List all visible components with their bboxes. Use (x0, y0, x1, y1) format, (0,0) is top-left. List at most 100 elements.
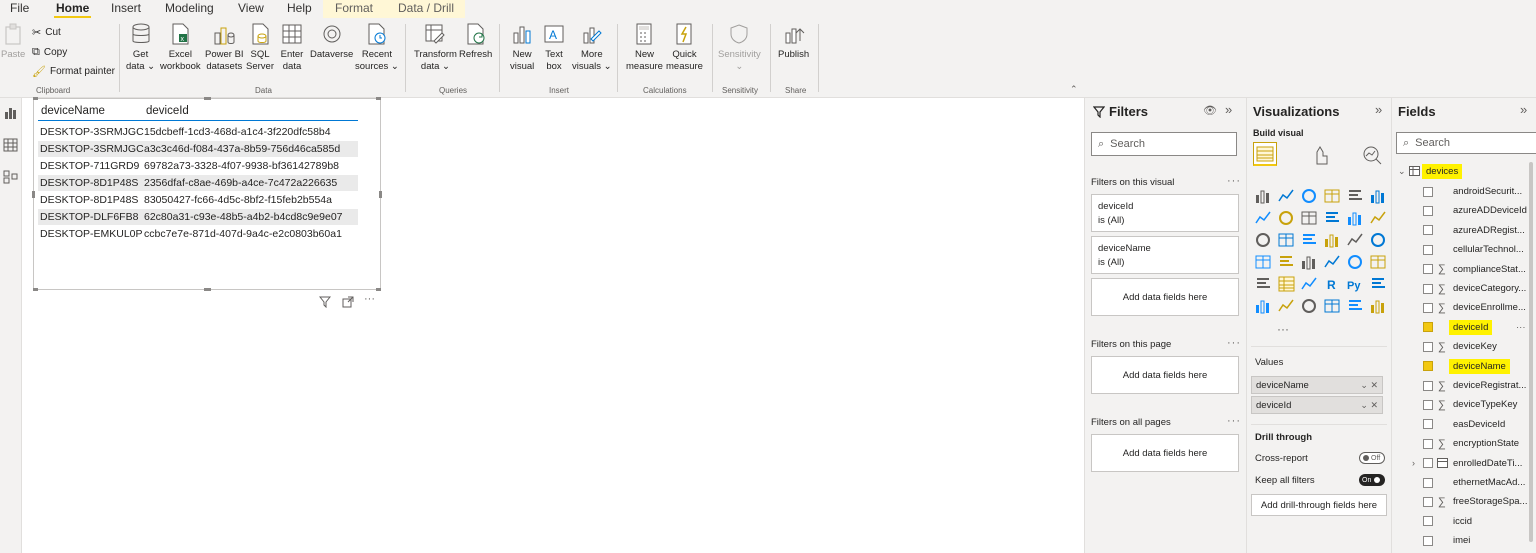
tab-file[interactable]: File (8, 1, 31, 15)
tab-view[interactable]: View (236, 1, 266, 15)
recent-sources-button[interactable]: Recent sources ⌄ (355, 22, 399, 73)
donut-visual-icon[interactable] (1347, 232, 1364, 248)
field-checkbox[interactable] (1423, 225, 1433, 236)
field-checkbox[interactable] (1423, 419, 1433, 430)
resize-handle[interactable] (204, 288, 211, 291)
more-visuals-button[interactable]: More visuals ⌄ (572, 22, 612, 73)
analytics-icon[interactable] (1361, 144, 1383, 166)
chevron-close-icon[interactable]: ⌄ ✕ (1360, 380, 1378, 391)
more-options-icon[interactable]: ··· (1227, 175, 1241, 187)
field-checkbox[interactable] (1423, 341, 1433, 352)
sql-server-button[interactable]: SQL Server (246, 22, 274, 73)
power-apps-visual-icon[interactable] (1347, 298, 1364, 314)
pie-visual-icon[interactable] (1324, 232, 1341, 248)
qa-visual-icon[interactable] (1278, 298, 1295, 314)
resize-handle[interactable] (33, 97, 38, 100)
field-checkbox[interactable] (1423, 477, 1433, 488)
field-item[interactable]: ∑ deviceEnrollme... (1392, 298, 1536, 317)
all-pages-filter-drop-zone[interactable]: Add data fields here (1091, 434, 1239, 472)
refresh-button[interactable]: Refresh (459, 22, 492, 61)
dataverse-button[interactable]: Dataverse (310, 22, 353, 61)
field-checkbox[interactable] (1423, 186, 1433, 197)
card-visual-icon[interactable] (1324, 254, 1341, 270)
quick-measure-button[interactable]: Quick measure (666, 22, 703, 73)
map-visual-icon[interactable] (1255, 254, 1272, 270)
slicer-visual-icon[interactable] (1255, 276, 1272, 292)
table-visual[interactable]: deviceName deviceId DESKTOP-3SRMJGC 15dcb… (32, 97, 382, 291)
fields-search-input[interactable]: ⌕ Search (1396, 132, 1536, 154)
line-clustered-column-visual-icon[interactable] (1324, 210, 1341, 226)
cross-report-toggle[interactable]: Off (1359, 452, 1385, 464)
stacked-bar-visual-icon[interactable] (1255, 188, 1272, 204)
keep-all-filters-toggle[interactable]: On (1359, 474, 1385, 486)
resize-handle[interactable] (204, 97, 211, 100)
collapse-pane-icon[interactable]: » (1520, 102, 1527, 117)
report-view-icon[interactable] (3, 106, 19, 120)
tab-home[interactable]: Home (54, 1, 92, 18)
enter-data-button[interactable]: Enter data (280, 22, 304, 73)
field-item[interactable]: deviceId ··· (1392, 318, 1536, 337)
drill-through-drop-zone[interactable]: Add drill-through fields here (1251, 494, 1387, 516)
field-item[interactable]: › enrolledDateTi... (1392, 454, 1536, 473)
chevron-down-icon[interactable]: ⌄ (1398, 166, 1406, 177)
funnel-visual-icon[interactable] (1278, 232, 1295, 248)
values-well-deviceid[interactable]: deviceId ⌄ ✕ (1251, 396, 1383, 414)
area-visual-icon[interactable] (1278, 210, 1295, 226)
field-checkbox[interactable] (1423, 302, 1433, 313)
field-item[interactable]: iccid (1392, 512, 1536, 531)
field-checkbox[interactable] (1423, 399, 1433, 410)
matrix-visual-icon[interactable] (1301, 276, 1318, 292)
waterfall-visual-icon[interactable] (1255, 232, 1272, 248)
more-options-icon[interactable]: ··· (1227, 337, 1241, 349)
table-row[interactable]: DESKTOP-8D1P48S 2356dfaf-c8ae-469b-a4ce-7… (38, 175, 358, 191)
scrollbar[interactable] (1529, 162, 1533, 542)
line-visual-icon[interactable] (1255, 210, 1272, 226)
field-item[interactable]: easDeviceId (1392, 415, 1536, 434)
tab-modeling[interactable]: Modeling (163, 1, 216, 15)
field-item[interactable]: ∑ complianceStat... (1392, 260, 1536, 279)
ribbon-visual-icon[interactable] (1370, 210, 1387, 226)
tab-format[interactable]: Format (333, 1, 375, 15)
scatter-visual-icon[interactable] (1301, 232, 1318, 248)
cut-button[interactable]: ✂ Cut (32, 26, 61, 39)
collapse-pane-icon[interactable]: » (1375, 102, 1382, 117)
get-data-button[interactable]: Get data ⌄ (126, 22, 155, 73)
field-item[interactable]: ∑ deviceTypeKey (1392, 395, 1536, 414)
chevron-close-icon[interactable]: ⌄ ✕ (1360, 400, 1378, 411)
r-script-visual-icon[interactable]: R (1324, 276, 1341, 292)
field-item[interactable]: ethernetMacAd... (1392, 473, 1536, 492)
collapse-ribbon-icon[interactable]: ⌃ (1070, 84, 1078, 95)
field-checkbox[interactable] (1423, 205, 1433, 216)
table-row[interactable]: DESKTOP-DLF6FB8 62c80a31-c93e-48b5-a4b2-b… (38, 209, 358, 225)
collapse-pane-icon[interactable]: » (1225, 102, 1232, 117)
field-checkbox[interactable] (1423, 283, 1433, 294)
key-influencers-visual-icon[interactable] (1370, 276, 1387, 292)
field-checkbox[interactable] (1423, 322, 1433, 333)
more-options-icon[interactable]: ··· (364, 293, 375, 305)
field-item[interactable]: imei (1392, 531, 1536, 550)
field-checkbox[interactable] (1423, 380, 1433, 391)
clustered-bar-visual-icon[interactable] (1278, 188, 1295, 204)
field-checkbox[interactable] (1423, 535, 1433, 546)
field-item[interactable]: ∑ deviceCategory... (1392, 279, 1536, 298)
field-item[interactable]: cellularTechnol... (1392, 240, 1536, 259)
more-options-icon[interactable]: ··· (1227, 415, 1241, 427)
decomposition-tree-visual-icon[interactable] (1255, 298, 1272, 314)
format-painter-button[interactable]: 🖌 Format painter (32, 65, 115, 78)
field-checkbox[interactable] (1423, 438, 1433, 449)
paste-button[interactable]: Paste (1, 22, 25, 61)
table-row[interactable]: DESKTOP-EMKUL0P ccbc7e7e-871d-407d-9a4c-e… (38, 226, 358, 242)
format-visual-icon[interactable] (1309, 144, 1331, 166)
paginated-visual-icon[interactable] (1324, 298, 1341, 314)
model-view-icon[interactable] (3, 170, 19, 184)
powerbi-datasets-button[interactable]: Power BI datasets (205, 22, 244, 73)
stacked-100-bar-visual-icon[interactable] (1301, 188, 1318, 204)
table-row[interactable]: DESKTOP-3SRMJGC a3c3c46d-f084-437a-8b59-7… (38, 141, 358, 157)
filled-map-visual-icon[interactable] (1278, 254, 1295, 270)
filter-icon[interactable] (319, 296, 331, 308)
excel-workbook-button[interactable]: x Excel workbook (160, 22, 201, 73)
filters-search-input[interactable]: ⌕ Search (1091, 132, 1237, 156)
tab-data-drill[interactable]: Data / Drill (396, 1, 456, 15)
smart-narrative-visual-icon[interactable] (1301, 298, 1318, 314)
table-row[interactable]: DESKTOP-8D1P48S 83050427-fc66-4d5c-8bf2-f… (38, 192, 358, 208)
